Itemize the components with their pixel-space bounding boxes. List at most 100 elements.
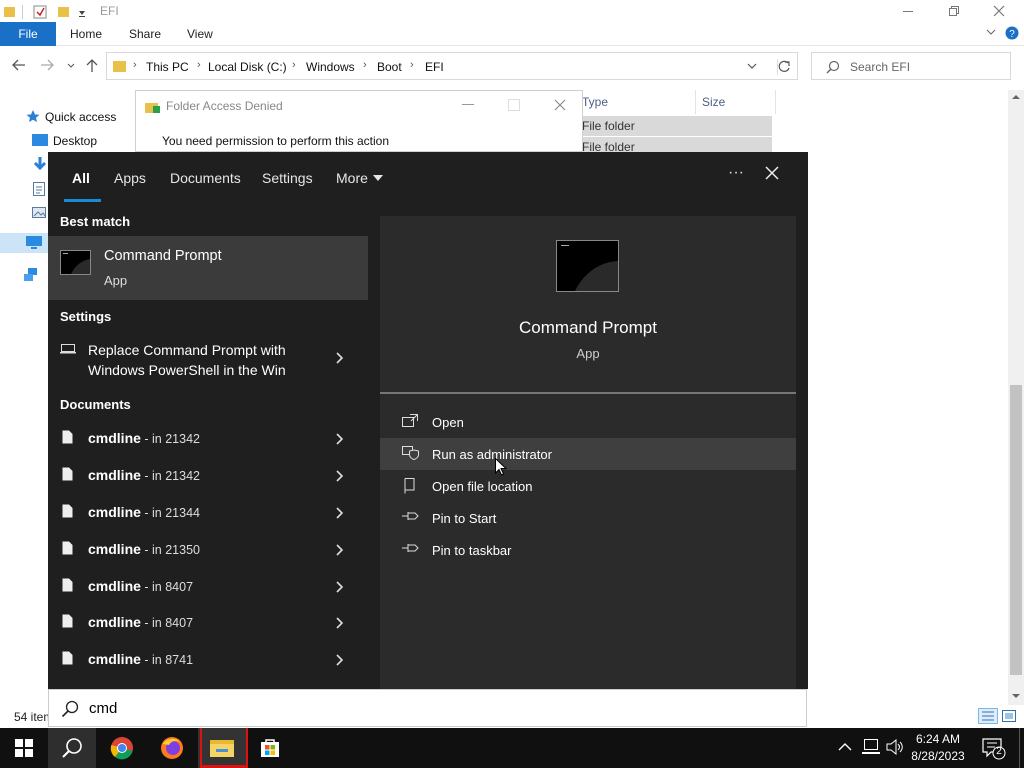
mouse-cursor (495, 458, 507, 476)
chevron-right-icon (336, 581, 344, 593)
close-icon (554, 99, 566, 111)
settings-header: Settings (60, 309, 112, 324)
best-match-header: Best match (60, 214, 131, 229)
refresh-button[interactable] (777, 60, 791, 74)
more-options-button[interactable]: ··· (724, 164, 748, 188)
document-result-item[interactable]: cmdline - in 8407 (48, 568, 368, 605)
address-box[interactable]: › This PC › Local Disk (C:) › Windows › … (106, 52, 798, 80)
settings-result-item[interactable]: Replace Command Prompt with Windows Powe… (48, 330, 368, 384)
store-icon (261, 739, 279, 757)
document-result-item[interactable]: cmdline - in 21342 (48, 420, 368, 457)
tab-file[interactable]: File (0, 22, 56, 46)
open-action[interactable]: Open (380, 406, 796, 438)
nav-quick-access[interactable]: Quick access (45, 110, 116, 124)
document-icon (62, 430, 73, 444)
action-center-button[interactable]: 2 (982, 738, 1006, 760)
document-location: - in 21342 (140, 469, 200, 483)
quick-access-toolbar[interactable] (2, 4, 92, 20)
breadcrumb-windows[interactable]: Windows (306, 60, 355, 74)
clock-date[interactable]: 8/28/2023 (904, 749, 972, 763)
show-hidden-icons-button[interactable] (838, 742, 852, 752)
taskbar-search-button[interactable] (48, 728, 96, 768)
run-as-administrator-action[interactable]: Run as administrator (380, 438, 796, 470)
chrome-icon (110, 737, 133, 760)
dialog-maximize-button[interactable] (508, 99, 520, 111)
chrome-taskbar-button[interactable] (98, 728, 146, 768)
details-view-button[interactable] (978, 708, 998, 724)
tab-home[interactable]: Home (70, 27, 102, 41)
recent-locations-button[interactable] (67, 63, 75, 69)
tab-settings[interactable]: Settings (262, 170, 313, 186)
tab-apps[interactable]: Apps (114, 170, 146, 186)
breadcrumb-local-disk[interactable]: Local Disk (C:) (208, 60, 287, 74)
close-button[interactable] (976, 0, 1022, 22)
nav-desktop[interactable]: Desktop (53, 134, 97, 148)
pin-to-start-action[interactable]: Pin to Start (380, 502, 796, 534)
start-button[interactable] (0, 728, 48, 768)
document-result-item[interactable]: cmdline - in 21342 (48, 457, 368, 494)
maximize-button[interactable] (931, 0, 977, 22)
help-button[interactable]: ? (1005, 26, 1019, 40)
document-result-item[interactable]: cmdline - in 21350 (48, 531, 368, 568)
show-desktop-button[interactable] (1019, 728, 1020, 768)
windows-logo-icon (15, 739, 33, 757)
expand-ribbon-button[interactable] (986, 28, 996, 36)
document-location: - in 21342 (140, 432, 200, 446)
caret-down-icon (373, 175, 383, 181)
start-search-input[interactable]: cmd (48, 689, 807, 727)
tab-share[interactable]: Share (129, 27, 161, 41)
store-taskbar-button[interactable] (246, 728, 294, 768)
scroll-up-icon (1012, 95, 1020, 99)
firefox-icon (161, 737, 183, 759)
document-icon (62, 578, 73, 592)
active-tab-indicator (64, 199, 101, 202)
pin-to-taskbar-action[interactable]: Pin to taskbar (380, 534, 796, 566)
dialog-close-button[interactable] (554, 99, 566, 111)
laptop-icon (60, 344, 76, 354)
best-match-item[interactable]: Command Prompt App (48, 236, 368, 300)
tab-all[interactable]: All (72, 170, 90, 186)
pin-icon (402, 512, 419, 520)
close-icon (765, 166, 779, 180)
document-result-item[interactable]: cmdline - in 21344 (48, 494, 368, 531)
breadcrumb-efi[interactable]: EFI (425, 60, 444, 74)
volume-tray-button[interactable] (886, 739, 904, 755)
large-icons-view-button[interactable] (1001, 709, 1017, 723)
tab-documents[interactable]: Documents (170, 170, 241, 186)
search-efi-input[interactable]: Search EFI (811, 52, 1011, 80)
up-button[interactable] (86, 59, 98, 73)
scrollbar-thumb[interactable] (1010, 385, 1022, 675)
dialog-title: Folder Access Denied (166, 99, 283, 113)
folder-access-denied-dialog: Folder Access Denied You need permission… (135, 90, 583, 152)
search-placeholder: Search EFI (850, 60, 911, 74)
forward-button[interactable] (40, 59, 54, 71)
start-search-panel: All Apps Documents Settings More ··· Bes… (48, 152, 808, 689)
breadcrumb-this-pc[interactable]: This PC (146, 60, 189, 74)
address-dropdown-button[interactable] (747, 63, 757, 70)
clock-time[interactable]: 6:24 AM (904, 732, 972, 746)
document-result-item[interactable]: cmdline - in 8741 (48, 641, 368, 678)
chevron-down-icon (67, 63, 75, 68)
tab-more[interactable]: More (336, 170, 368, 186)
large-icons-view-icon (1002, 710, 1016, 722)
column-size[interactable]: Size (702, 95, 725, 109)
file-row[interactable]: File folder (580, 116, 772, 136)
firefox-taskbar-button[interactable] (148, 728, 196, 768)
minimize-button[interactable] (885, 0, 931, 22)
preview-pane: Command Prompt App Open Run as administr… (380, 216, 796, 689)
dialog-minimize-button[interactable] (462, 99, 474, 109)
back-button[interactable] (12, 59, 26, 71)
breadcrumb-boot[interactable]: Boot (377, 60, 402, 74)
document-location: - in 8407 (140, 580, 194, 594)
open-file-location-action[interactable]: Open file location (380, 470, 796, 502)
close-search-button[interactable] (764, 165, 780, 181)
column-type[interactable]: Type (582, 95, 608, 109)
tab-view[interactable]: View (187, 27, 213, 41)
chevron-right-icon (336, 544, 344, 556)
pin-icon (402, 544, 419, 552)
network-tray-button[interactable] (862, 739, 880, 755)
search-results-list: Best match Command Prompt App Settings R… (48, 204, 368, 689)
svg-text:?: ? (1009, 29, 1015, 40)
document-result-item[interactable]: cmdline - in 8407 (48, 604, 368, 641)
open-action-label: Open (432, 415, 464, 430)
